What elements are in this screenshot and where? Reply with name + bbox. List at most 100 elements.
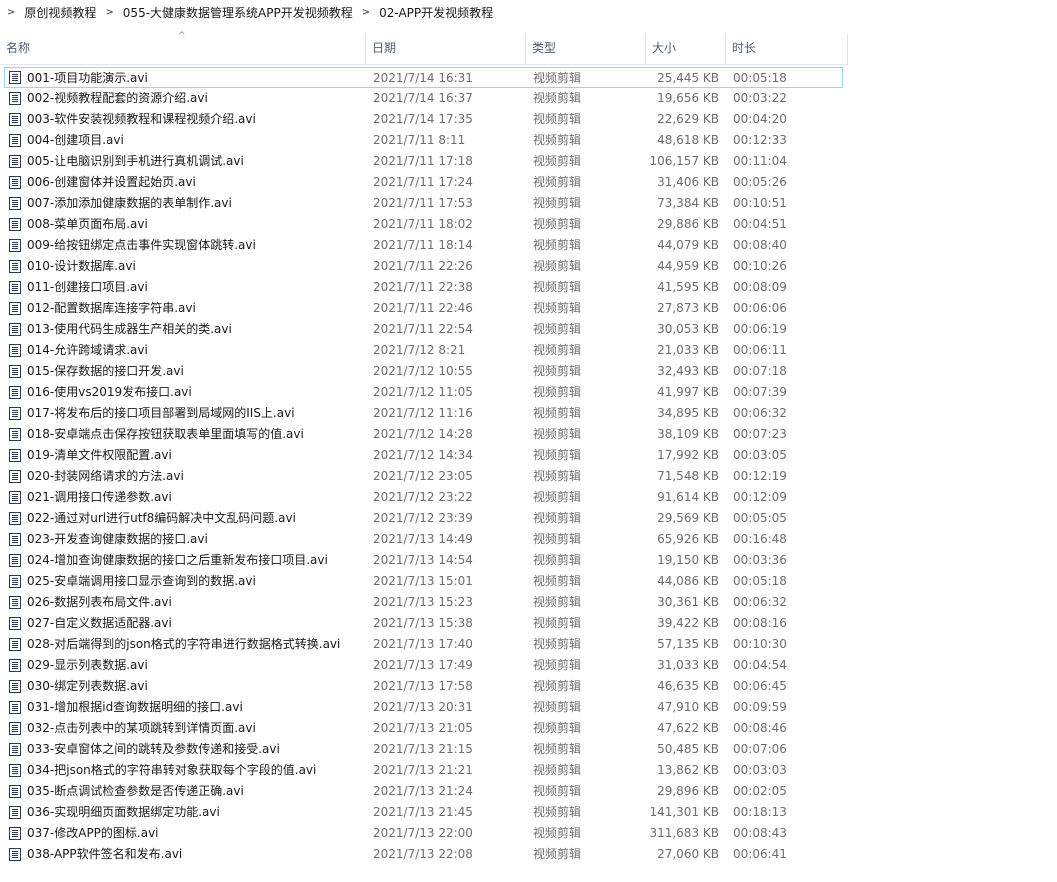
file-date: 2021/7/12 14:28 xyxy=(373,427,473,441)
video-file-icon xyxy=(9,281,21,294)
file-row[interactable]: 018-安卓端点击保存按钮获取表单里面填写的值.avi 2021/7/12 14:… xyxy=(0,424,848,445)
column-header-name[interactable]: 名称 ^ xyxy=(0,31,366,64)
column-header-duration-label: 时长 xyxy=(732,41,757,55)
column-header-type[interactable]: 类型 xyxy=(526,34,646,64)
file-name: 024-增加查询健康数据的接口之后重新发布接口项目.avi xyxy=(27,553,328,567)
file-name: 006-创建窗体并设置起始页.avi xyxy=(27,175,196,189)
video-file-icon xyxy=(9,407,21,420)
file-duration: 00:05:05 xyxy=(733,511,787,525)
file-name: 018-安卓端点击保存按钮获取表单里面填写的值.avi xyxy=(27,427,304,441)
file-row[interactable]: 029-显示列表数据.avi 2021/7/13 17:49 视频剪辑 31,033 … xyxy=(0,655,848,676)
breadcrumb-item-current[interactable]: 02-APP开发视频教程 xyxy=(377,4,495,21)
file-type: 视频剪辑 xyxy=(533,364,582,378)
file-row[interactable]: 007-添加添加健康数据的表单制作.avi 2021/7/11 17:53 视频剪辑… xyxy=(0,193,848,214)
file-row[interactable]: 036-实现明细页面数据绑定功能.avi 2021/7/13 21:45 视频剪辑 1… xyxy=(0,802,848,823)
file-row[interactable]: 010-设计数据库.avi 2021/7/11 22:26 视频剪辑 44,959 K… xyxy=(0,256,848,277)
file-row[interactable]: 016-使用vs2019发布接口.avi 2021/7/12 11:05 视频剪辑 4… xyxy=(0,382,848,403)
file-name: 038-APP软件签名和发布.avi xyxy=(27,847,183,861)
file-name: 033-安卓窗体之间的跳转及参数传递和接受.avi xyxy=(27,742,280,756)
video-file-icon xyxy=(9,575,21,588)
file-duration: 00:05:18 xyxy=(733,71,787,85)
file-date: 2021/7/13 15:01 xyxy=(373,574,473,588)
file-row[interactable]: 006-创建窗体并设置起始页.avi 2021/7/11 17:24 视频剪辑 31,… xyxy=(0,172,848,193)
file-size: 30,053 KB xyxy=(657,322,719,336)
file-date: 2021/7/13 21:05 xyxy=(373,721,473,735)
file-type: 视频剪辑 xyxy=(533,343,582,357)
file-row[interactable]: 025-安卓端调用接口显示查询到的数据.avi 2021/7/13 15:01 视频… xyxy=(0,571,848,592)
file-date: 2021/7/13 17:58 xyxy=(373,679,473,693)
file-row[interactable]: 019-清单文件权限配置.avi 2021/7/12 14:34 视频剪辑 17,99… xyxy=(0,445,848,466)
video-file-icon xyxy=(9,596,21,609)
file-name: 014-允许跨域请求.avi xyxy=(27,343,148,357)
file-type: 视频剪辑 xyxy=(533,721,582,735)
file-row[interactable]: 021-调用接口传递参数.avi 2021/7/12 23:22 视频剪辑 91,61… xyxy=(0,487,848,508)
file-date: 2021/7/11 22:54 xyxy=(373,322,473,336)
video-file-icon xyxy=(9,365,21,378)
file-row[interactable]: 004-创建项目.avi 2021/7/11 8:11 视频剪辑 48,618 KB 0… xyxy=(0,130,848,151)
file-row[interactable]: 012-配置数据库连接字符串.avi 2021/7/11 22:46 视频剪辑 27,… xyxy=(0,298,848,319)
file-row[interactable]: 038-APP软件签名和发布.avi 2021/7/13 22:08 视频剪辑 27,… xyxy=(0,844,848,865)
file-row[interactable]: 034-把json格式的字符串转对象获取每个字段的值.avi 2021/7/13 … xyxy=(0,760,848,781)
column-header-date[interactable]: 日期 xyxy=(366,34,526,64)
file-row[interactable]: 001-项目功能演示.avi 2021/7/14 16:31 视频剪辑 25,445 … xyxy=(4,67,843,88)
file-name: 027-自定义数据适配器.avi xyxy=(27,616,172,630)
file-date: 2021/7/14 16:37 xyxy=(373,91,473,105)
file-row[interactable]: 022-通过对url进行utf8编码解决中文乱码问题.avi 2021/7/12 … xyxy=(0,508,848,529)
file-row[interactable]: 033-安卓窗体之间的跳转及参数传递和接受.avi 2021/7/13 21:15… xyxy=(0,739,848,760)
column-header-size-label: 大小 xyxy=(652,41,677,55)
file-date: 2021/7/12 14:34 xyxy=(373,448,473,462)
breadcrumb: > 原创视频教程 > 055-大健康数据管理系统APP开发视频教程 > 02-A… xyxy=(0,0,1057,24)
column-header-duration[interactable]: 时长 xyxy=(726,34,848,64)
file-type: 视频剪辑 xyxy=(533,154,582,168)
file-row[interactable]: 030-绑定列表数据.avi 2021/7/13 17:58 视频剪辑 46,635 … xyxy=(0,676,848,697)
file-type: 视频剪辑 xyxy=(533,700,582,714)
file-row[interactable]: 027-自定义数据适配器.avi 2021/7/13 15:38 视频剪辑 39,42… xyxy=(0,613,848,634)
file-row[interactable]: 002-视频教程配套的资源介绍.avi 2021/7/14 16:37 视频剪辑 19… xyxy=(0,88,848,109)
video-file-icon xyxy=(9,848,21,861)
file-date: 2021/7/12 8:21 xyxy=(373,343,466,357)
file-row[interactable]: 005-让电脑识别到手机进行真机调试.avi 2021/7/11 17:18 视频剪… xyxy=(0,151,848,172)
file-name: 020-封装网络请求的方法.avi xyxy=(27,469,184,483)
file-row[interactable]: 028-对后端得到的json格式的字符串进行数据格式转换.avi 2021/7/1… xyxy=(0,634,848,655)
file-row[interactable]: 015-保存数据的接口开发.avi 2021/7/12 10:55 视频剪辑 32,4… xyxy=(0,361,848,382)
file-row[interactable]: 017-将发布后的接口项目部署到局域网的IIS上.avi 2021/7/12 11… xyxy=(0,403,848,424)
file-size: 65,926 KB xyxy=(657,532,719,546)
file-row[interactable]: 013-使用代码生成器生产相关的类.avi 2021/7/11 22:54 视频剪辑… xyxy=(0,319,848,340)
file-row[interactable]: 014-允许跨域请求.avi 2021/7/12 8:21 视频剪辑 21,033 K… xyxy=(0,340,848,361)
breadcrumb-item-root[interactable]: 原创视频教程 xyxy=(22,4,98,21)
file-duration: 00:05:26 xyxy=(733,175,787,189)
file-date: 2021/7/12 23:39 xyxy=(373,511,473,525)
file-row[interactable]: 037-修改APP的图标.avi 2021/7/13 22:00 视频剪辑 311,6… xyxy=(0,823,848,844)
file-row[interactable]: 024-增加查询健康数据的接口之后重新发布接口项目.avi 2021/7/13 1… xyxy=(0,550,848,571)
file-row[interactable]: 035-断点调试检查参数是否传递正确.avi 2021/7/13 21:24 视频剪… xyxy=(0,781,848,802)
file-date: 2021/7/11 18:14 xyxy=(373,238,473,252)
file-duration: 00:08:46 xyxy=(733,721,787,735)
file-size: 47,910 KB xyxy=(657,700,719,714)
file-type: 视频剪辑 xyxy=(533,217,582,231)
column-header-name-label: 名称 xyxy=(6,41,31,55)
file-row[interactable]: 020-封装网络请求的方法.avi 2021/7/12 23:05 视频剪辑 71,5… xyxy=(0,466,848,487)
file-name: 005-让电脑识别到手机进行真机调试.avi xyxy=(27,154,244,168)
file-size: 30,361 KB xyxy=(657,595,719,609)
file-row[interactable]: 009-给按钮绑定点击事件实现窗体跳转.avi 2021/7/11 18:14 视频… xyxy=(0,235,848,256)
column-header-size[interactable]: 大小 xyxy=(646,34,726,64)
file-name: 034-把json格式的字符串转对象获取每个字段的值.avi xyxy=(27,763,317,777)
file-duration: 00:10:51 xyxy=(733,196,787,210)
video-file-icon xyxy=(9,218,21,231)
file-size: 41,595 KB xyxy=(657,280,719,294)
file-name: 011-创建接口项目.avi xyxy=(27,280,148,294)
breadcrumb-item-course[interactable]: 055-大健康数据管理系统APP开发视频教程 xyxy=(121,4,355,21)
file-row[interactable]: 031-增加根据id查询数据明细的接口.avi 2021/7/13 20:31 视频… xyxy=(0,697,848,718)
file-name: 030-绑定列表数据.avi xyxy=(27,679,148,693)
file-type: 视频剪辑 xyxy=(533,511,582,525)
file-type: 视频剪辑 xyxy=(533,637,582,651)
file-row[interactable]: 023-开发查询健康数据的接口.avi 2021/7/13 14:49 视频剪辑 65… xyxy=(0,529,848,550)
file-row[interactable]: 003-软件安装视频教程和课程视频介绍.avi 2021/7/14 17:35 视频… xyxy=(0,109,848,130)
file-duration: 00:04:20 xyxy=(733,112,787,126)
file-row[interactable]: 011-创建接口项目.avi 2021/7/11 22:38 视频剪辑 41,595 … xyxy=(0,277,848,298)
file-date: 2021/7/13 21:21 xyxy=(373,763,473,777)
file-row[interactable]: 026-数据列表布局文件.avi 2021/7/13 15:23 视频剪辑 30,36… xyxy=(0,592,848,613)
file-row[interactable]: 008-菜单页面布局.avi 2021/7/11 18:02 视频剪辑 29,886 … xyxy=(0,214,848,235)
file-duration: 00:06:19 xyxy=(733,322,787,336)
file-row[interactable]: 032-点击列表中的某项跳转到详情页面.avi 2021/7/13 21:05 视频… xyxy=(0,718,848,739)
